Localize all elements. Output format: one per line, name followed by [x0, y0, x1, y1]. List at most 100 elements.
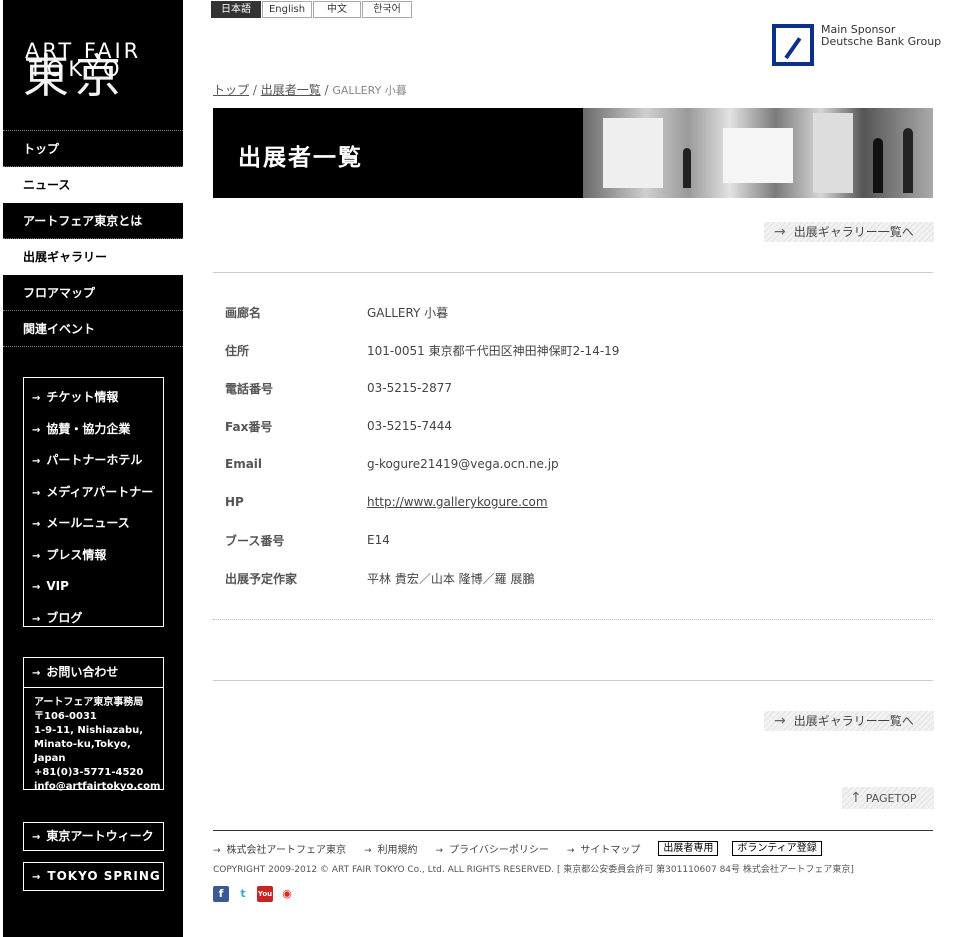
link-label: パートナーホテル — [46, 453, 143, 467]
footer-link-label: プライバシーポリシー — [449, 845, 549, 856]
link-label: プレス情報 — [46, 547, 107, 562]
logo-line2: TOKYO — [29, 57, 125, 81]
contact-email[interactable]: info@artfairtokyo.com — [34, 780, 163, 794]
weibo-icon[interactable]: ◉ — [279, 886, 295, 902]
breadcrumb: トップ / 出展者一覧 / GALLERY 小暮 — [213, 81, 407, 98]
link-mail-news[interactable]: → メールニュース — [24, 508, 163, 540]
link-press[interactable]: → プレス情報 — [24, 540, 163, 572]
breadcrumb-current: GALLERY 小暮 — [332, 84, 407, 97]
detail-value: E14 — [367, 533, 390, 547]
contact-box: → お問い合わせ アートフェア東京事務局 〒106-0031 1-9-11, Ni… — [23, 657, 164, 792]
button-label: TOKYO SPRING — [47, 869, 161, 883]
arrow-right-icon: → — [566, 846, 575, 856]
arrow-right-icon: → — [32, 613, 41, 625]
banner-photo — [583, 108, 933, 198]
tokyo-art-week-button[interactable]: → 東京アートウィーク — [23, 822, 164, 851]
arrow-right-icon: → — [32, 872, 42, 883]
volunteer-registration-button[interactable]: ボランティア登録 — [732, 841, 822, 856]
footer-link-privacy[interactable]: → プライバシーポリシー — [436, 841, 549, 856]
nav-item-galleries[interactable]: 出展ギャラリー — [3, 239, 183, 275]
arrow-right-icon: → — [363, 846, 372, 856]
gallery-list-link-bottom[interactable]: → 出展ギャラリー一覧へ — [764, 711, 934, 731]
arrow-right-icon: → — [774, 224, 786, 240]
detail-label: 住所 — [225, 343, 250, 358]
detail-value: GALLERY 小暮 — [367, 305, 449, 320]
lang-japanese[interactable]: 日本語 — [211, 1, 261, 18]
sponsor-text: Main Sponsor Deutsche Bank Group — [821, 24, 941, 48]
tokyo-spring-button[interactable]: → TOKYO SPRING — [23, 862, 164, 891]
facebook-icon[interactable]: f — [213, 886, 229, 902]
sponsor-line2: Deutsche Bank Group — [821, 35, 942, 48]
link-tickets[interactable]: → チケット情報 — [24, 382, 163, 414]
nav-item-about[interactable]: アートフェア東京とは — [3, 203, 183, 239]
link-label: 協賛・協力企業 — [46, 421, 131, 436]
footer-link-label: サイトマップ — [580, 845, 641, 856]
footer-links: → 株式会社アートフェア東京 → 利用規約 → プライバシーポリシー → サイトマップ … — [213, 841, 836, 856]
contact-link[interactable]: → お問い合わせ — [24, 658, 163, 688]
gallery-list-label: 出展ギャラリー一覧へ — [793, 225, 914, 239]
main-nav: トップ ニュース アートフェア東京とは 出展ギャラリー フロアマップ 関連イベン… — [3, 130, 183, 347]
gallery-list-label: 出展ギャラリー一覧へ — [793, 714, 914, 728]
social-links: f t You ◉ — [213, 886, 301, 902]
link-label: メディアパートナー — [46, 484, 154, 499]
arrow-right-icon: → — [32, 832, 41, 843]
detail-row: Fax番号 03-5215-7444 — [225, 407, 925, 445]
nav-item-news[interactable]: ニュース — [3, 167, 183, 203]
art-fair-tokyo-logo[interactable]: 東京 ART FAIR TOKYO — [23, 28, 163, 108]
page-banner: 出展者一覧 — [213, 108, 933, 198]
footer-link-company[interactable]: → 株式会社アートフェア東京 — [213, 841, 346, 856]
youtube-icon[interactable]: You — [257, 886, 273, 902]
link-blog[interactable]: → ブログ — [24, 603, 163, 635]
lang-korean[interactable]: 한국어 — [362, 1, 412, 18]
link-media[interactable]: → メディアパートナー — [24, 477, 163, 509]
gallery-list-link-top[interactable]: → 出展ギャラリー一覧へ — [764, 222, 934, 242]
contact-details: アートフェア東京事務局 〒106-0031 1-9-11, Nishiazabu… — [24, 688, 163, 794]
main-sponsor[interactable]: Main Sponsor Deutsche Bank Group — [772, 24, 942, 66]
nav-item-top[interactable]: トップ — [3, 131, 183, 167]
detail-label: 電話番号 — [225, 381, 274, 396]
contact-line: 1-9-11, Nishiazabu, — [34, 725, 144, 736]
link-vip[interactable]: → VIP — [24, 571, 163, 603]
detail-value: 101-0051 東京都千代田区神田神保町2-14-19 — [367, 343, 620, 358]
divider — [213, 272, 933, 273]
arrow-right-icon: → — [32, 487, 41, 499]
arrow-right-icon: → — [32, 424, 41, 436]
homepage-link[interactable]: http://www.gallerykogure.com — [367, 495, 548, 509]
breadcrumb-sep: / — [320, 83, 333, 97]
link-label: VIP — [46, 579, 69, 593]
footer-link-terms[interactable]: → 利用規約 — [364, 841, 418, 856]
detail-value: g-kogure21419@vega.ocn.ne.jp — [367, 457, 559, 471]
link-label: チケット情報 — [46, 390, 119, 404]
footer-link-label: 株式会社アートフェア東京 — [226, 845, 346, 856]
arrow-right-icon: → — [32, 456, 41, 467]
breadcrumb-sep: / — [249, 83, 261, 97]
detail-label: 出展予定作家 — [225, 571, 298, 586]
lang-chinese[interactable]: 中文 — [313, 1, 361, 18]
arrow-right-icon: → — [774, 713, 786, 729]
detail-label: Email — [225, 457, 263, 471]
arrow-right-icon: → — [32, 519, 41, 530]
detail-row: Email g-kogure21419@vega.ocn.ne.jp — [225, 445, 925, 483]
breadcrumb-exhibitors[interactable]: 出展者一覧 — [261, 83, 321, 97]
footer-link-sitemap[interactable]: → サイトマップ — [567, 841, 641, 856]
detail-value: 平林 貴宏／山本 隆博／羅 展鵬 — [367, 571, 535, 586]
sidebar: 東京 ART FAIR TOKYO トップ ニュース アートフェア東京とは 出展… — [3, 0, 183, 937]
link-hotels[interactable]: → パートナーホテル — [24, 445, 163, 477]
info-links-box: → チケット情報 → 協賛・協力企業 → パートナーホテル → メディアパートナー → メ… — [23, 377, 164, 627]
pagetop-button[interactable]: ↑ PAGETOP — [842, 787, 934, 809]
twitter-icon[interactable]: t — [235, 886, 251, 902]
detail-value: 03-5215-2877 — [367, 381, 453, 395]
arrow-right-icon: → — [435, 846, 444, 856]
breadcrumb-top[interactable]: トップ — [213, 83, 249, 97]
link-sponsors[interactable]: → 協賛・協力企業 — [24, 414, 163, 446]
lang-english[interactable]: English — [262, 1, 312, 18]
link-label: ブログ — [46, 610, 83, 625]
nav-item-floor-map[interactable]: フロアマップ — [3, 275, 183, 311]
detail-row: ブース番号 E14 — [225, 521, 925, 559]
nav-item-events[interactable]: 関連イベント — [3, 311, 183, 347]
contact-title: お問い合わせ — [46, 665, 119, 679]
detail-row: 出展予定作家 平林 貴宏／山本 隆博／羅 展鵬 — [225, 559, 925, 597]
detail-row: 住所 101-0051 東京都千代田区神田神保町2-14-19 — [225, 331, 925, 369]
contact-line: +81(0)3-5771-4520 — [34, 767, 144, 778]
exhibitors-only-button[interactable]: 出展者専用 — [658, 841, 719, 856]
